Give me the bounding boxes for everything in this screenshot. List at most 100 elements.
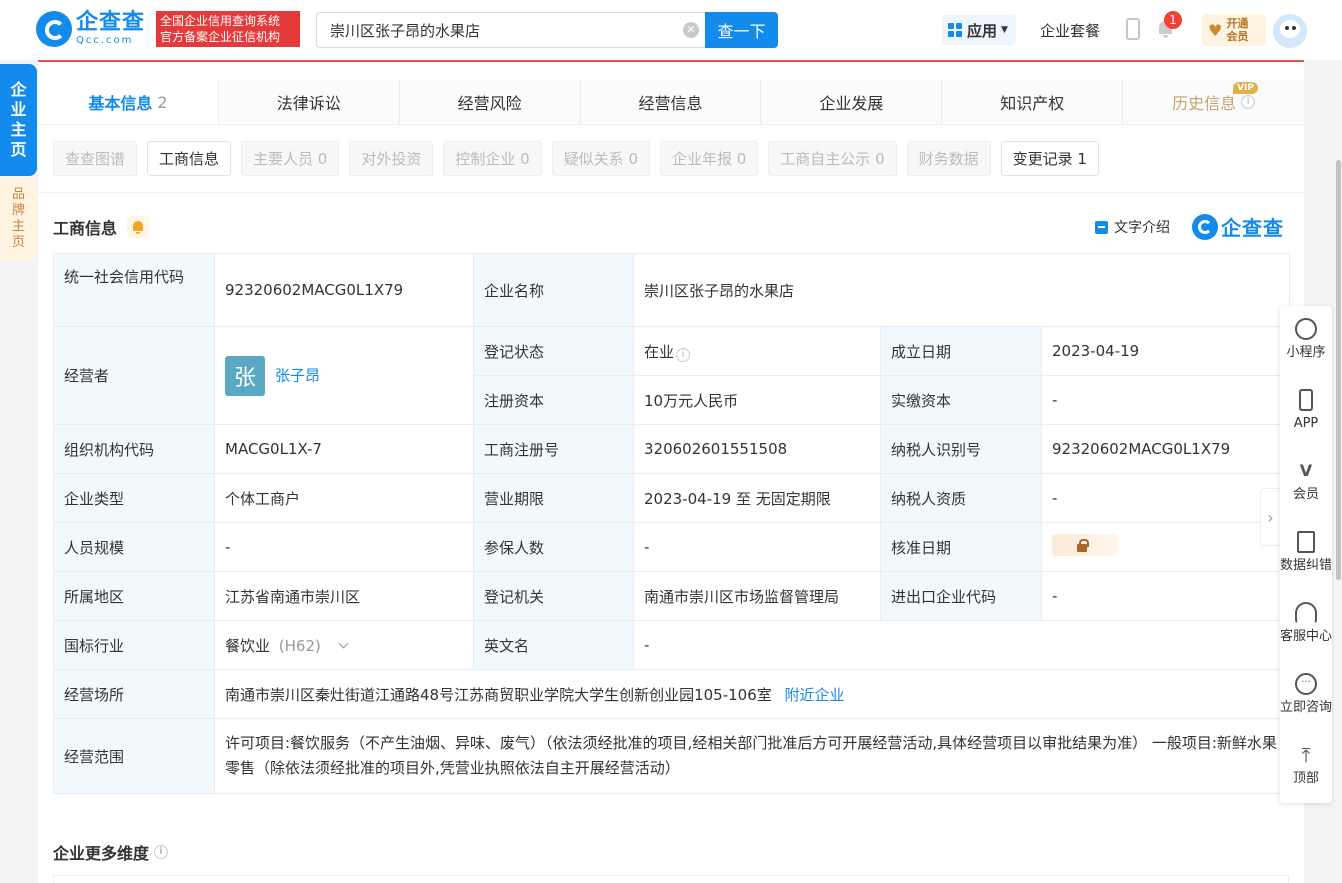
tab-ip[interactable]: 知识产权 <box>942 80 1124 124</box>
capital-label: 注册资本 <box>473 375 634 425</box>
user-avatar[interactable] <box>1273 14 1307 48</box>
search-button[interactable]: 查一下 <box>705 12 778 48</box>
caret-down-icon: ▼ <box>1001 25 1008 35</box>
qcc-logo-icon <box>1192 213 1218 240</box>
insured-label: 参保人数 <box>473 522 634 572</box>
vip-lock-icon[interactable] <box>1052 534 1118 556</box>
customer-service-button[interactable]: 客服中心 <box>1280 590 1332 661</box>
side-tab-char: 企 <box>10 80 27 99</box>
chevron-down-icon[interactable] <box>338 638 349 648</box>
side-tab-char: 品 <box>11 187 25 202</box>
tab-legal[interactable]: 法律诉讼 <box>219 80 400 124</box>
vip-badge: VIP <box>1233 82 1259 94</box>
subtab-self-disclosure[interactable]: 工商自主公示 0 <box>768 141 897 176</box>
table-row: 经营范围 许可项目:餐饮服务（不产生油烟、异味、废气）（依法须经批准的项目,经相… <box>53 718 1291 794</box>
headset-icon <box>1295 602 1317 624</box>
enterprise-package-link[interactable]: 企业套餐 <box>1040 20 1100 41</box>
vip-label: 开通会员 <box>1226 17 1249 43</box>
company-name-label: 企业名称 <box>473 253 634 327</box>
subtab-annual-reports[interactable]: 企业年报 0 <box>659 141 759 176</box>
mini-program-icon <box>1295 318 1317 340</box>
import-export-code-label: 进出口企业代码 <box>880 571 1042 621</box>
vip-member-button[interactable]: V 会员 <box>1280 448 1332 519</box>
tab-history[interactable]: 历史信息 i VIP <box>1123 80 1304 124</box>
company-type-label: 企业类型 <box>53 473 215 523</box>
mini-program-button[interactable]: 小程序 <box>1280 306 1332 377</box>
info-icon[interactable]: i <box>1241 95 1256 109</box>
mobile-phone-icon[interactable] <box>1126 18 1140 40</box>
org-code-label: 组织机构代码 <box>53 424 215 474</box>
tab-label: 历史信息 <box>1172 94 1237 113</box>
industry-cell[interactable]: 餐饮业 (H62) <box>214 620 474 670</box>
capital-value: 10万元人民币 <box>633 375 881 425</box>
info-icon[interactable]: i <box>676 347 691 362</box>
authority-value: 南通市崇川区市场监督管理局 <box>633 571 881 621</box>
rail-label: 数据纠错 <box>1280 558 1332 573</box>
region-value: 江苏省南通市崇川区 <box>214 571 474 621</box>
tab-operation[interactable]: 经营信息 <box>581 80 762 124</box>
address-label: 经营场所 <box>53 669 215 719</box>
staff-size-label: 人员规模 <box>53 522 215 572</box>
more-dimensions-text: 企业更多维度 <box>53 844 150 863</box>
subtab-financials[interactable]: 财务数据 <box>906 141 991 176</box>
rail-label: 会员 <box>1292 487 1319 502</box>
tab-label: 经营信息 <box>638 94 703 113</box>
tab-count: 2 <box>157 92 168 112</box>
operator-avatar[interactable]: 张 <box>225 355 265 396</box>
side-tab-char: 页 <box>11 235 25 250</box>
credit-code-value[interactable]: 92320602MACG0L1X79 <box>214 253 474 327</box>
qcc-logo[interactable]: 企查查 Qcc.com <box>36 11 145 47</box>
reg-no-label: 工商注册号 <box>473 424 634 474</box>
open-vip-button[interactable]: ♥ 开通会员 <box>1202 14 1266 46</box>
tab-development[interactable]: 企业发展 <box>761 80 943 124</box>
qcc-logo-text: 企查查 <box>1221 216 1284 240</box>
apps-menu-button[interactable]: 应用 ▼ <box>942 15 1016 45</box>
taxpayer-qual-label: 纳税人资质 <box>880 473 1042 523</box>
taxpayer-qual-value: - <box>1040 473 1291 523</box>
side-tab-char: 牌 <box>11 203 25 218</box>
text-intro-label: 文字介绍 <box>1114 220 1170 236</box>
data-correction-button[interactable]: 数据纠错 <box>1280 519 1332 590</box>
credit-code-label: 统一社会信用代码 <box>53 253 215 327</box>
text-intro-button[interactable]: 文字介绍 <box>1095 217 1170 237</box>
back-to-top-button[interactable]: ⤒ 顶部 <box>1280 732 1332 803</box>
info-icon[interactable]: i <box>154 845 169 859</box>
subtab-business-info[interactable]: 工商信息 <box>147 141 232 176</box>
subtab-investments[interactable]: 对外投资 <box>349 141 434 176</box>
subtab-graph[interactable]: 查查图谱 <box>53 141 138 176</box>
subtab-suspected-relations[interactable]: 疑似关系 0 <box>551 141 650 176</box>
side-tab-char: 主 <box>11 219 25 234</box>
subscribe-bell-icon[interactable] <box>127 216 150 238</box>
search-input[interactable]: 崇川区张子昂的水果店 ✕ <box>316 12 705 48</box>
tab-label: 知识产权 <box>1000 94 1065 113</box>
apps-label: 应用 <box>967 21 998 40</box>
phone-icon <box>1299 389 1313 411</box>
operator-link[interactable]: 张子昂 <box>275 366 320 384</box>
clear-icon[interactable]: ✕ <box>683 22 699 38</box>
nearby-companies-link[interactable]: 附近企业 <box>785 686 845 704</box>
apps-grid-icon <box>948 23 962 37</box>
business-info-table: 统一社会信用代码 92320602MACG0L1X79 企业名称 崇川区张子昂的… <box>53 253 1291 794</box>
subtab-change-log[interactable]: 变更记录 1 <box>1000 141 1099 176</box>
table-row: 国标行业 餐饮业 (H62) 英文名 - <box>53 620 1291 670</box>
company-content-panel: 基本信息 2 法律诉讼 经营风险 经营信息 企业发展 知识产权 历史信息 i V… <box>38 60 1304 883</box>
app-download-button[interactable]: APP <box>1280 377 1332 448</box>
reg-status-value: 在业 <box>644 342 675 361</box>
subtab-key-people[interactable]: 主要人员 0 <box>241 141 340 176</box>
side-tab-brand-home[interactable]: 品 牌 主 页 <box>0 177 37 261</box>
consult-now-button[interactable]: ··· 立即咨询 <box>1280 661 1332 732</box>
page-scrollbar-thumb[interactable] <box>1336 160 1341 580</box>
rail-label: APP <box>1293 416 1319 431</box>
region-label: 所属地区 <box>53 571 215 621</box>
tab-basic-info[interactable]: 基本信息 2 <box>38 80 219 124</box>
rail-label: 小程序 <box>1286 345 1326 360</box>
taxpayer-id-value: 92320602MACG0L1X79 <box>1040 424 1291 474</box>
vip-heart-icon: ♥ <box>1208 20 1223 40</box>
chevron-right-icon[interactable]: › <box>1260 488 1280 546</box>
logo-en-text: Qcc.com <box>76 35 134 46</box>
subtab-controlled[interactable]: 控制企业 0 <box>443 141 542 176</box>
company-name-value[interactable]: 崇川区张子昂的水果店 <box>632 253 1291 327</box>
staff-size-value: - <box>214 522 474 572</box>
side-tab-enterprise-home[interactable]: 企 业 主 页 <box>0 64 37 176</box>
tab-risk[interactable]: 经营风险 <box>400 80 581 124</box>
